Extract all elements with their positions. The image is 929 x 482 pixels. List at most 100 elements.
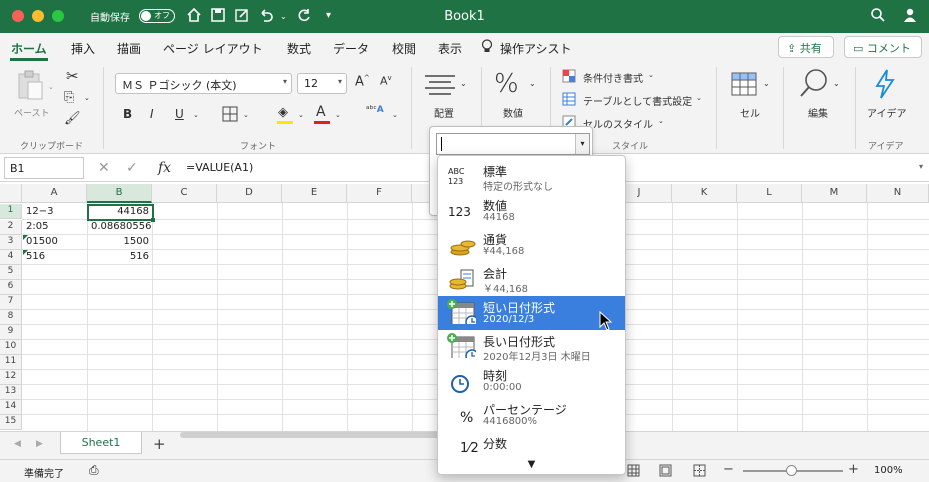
decrease-font-size-icon[interactable]: Av [380,74,392,88]
row-header[interactable]: 9 [0,325,22,340]
column-header[interactable]: C [152,184,217,203]
conditional-formatting-icon[interactable] [562,69,576,83]
number-format-select[interactable]: ▾ [436,133,590,155]
close-window-button[interactable] [12,10,24,22]
find-magnifier-icon[interactable] [798,67,830,99]
cancel-icon[interactable]: ✕ [98,160,110,176]
cut-icon[interactable]: ✂ [66,67,79,85]
copy-icon[interactable]: ⎘ [64,90,74,105]
align-icon[interactable] [423,73,457,97]
redo-icon[interactable] [296,7,312,23]
column-header[interactable]: A [22,184,87,203]
insert-function-icon[interactable]: fx [158,160,171,176]
customize-toolbar-icon[interactable]: ▾ [326,10,331,21]
macro-record-icon[interactable]: ⎙ [89,463,99,478]
account-icon[interactable] [902,7,918,23]
number-menu-chevron-icon[interactable]: ⌄ [529,79,536,88]
align-menu-chevron-icon[interactable]: ⌄ [460,79,467,88]
tab-home[interactable]: ホーム [11,40,47,57]
tab-review[interactable]: 校閲 [392,40,416,57]
horizontal-scrollbar[interactable] [180,432,440,438]
row-header[interactable]: 14 [0,400,22,415]
phonetic-menu-chevron-icon[interactable]: ⌄ [392,111,398,119]
page-layout-view-icon[interactable] [659,464,672,477]
number-format-icon[interactable]: % [494,69,519,99]
zoom-level[interactable]: 100% [874,465,903,476]
share-button[interactable]: ⇪ 共有 [778,36,834,58]
format-painter-icon[interactable]: 🖌 [64,111,81,126]
edit-document-icon[interactable] [234,7,250,23]
undo-icon[interactable] [258,7,274,23]
row-header[interactable]: 5 [0,265,22,280]
select-all-corner[interactable] [0,184,22,203]
ideas-lightning-icon[interactable] [873,69,897,99]
cells-icon[interactable] [730,69,758,97]
fill-color-icon[interactable]: ◈ [278,105,288,120]
cell-styles-chevron-icon[interactable]: ⌄ [658,117,664,125]
zoom-window-button[interactable] [52,10,64,22]
underline-button[interactable]: U [175,107,184,121]
copy-menu-chevron-icon[interactable]: ⌄ [84,94,90,102]
row-header[interactable]: 10 [0,340,22,355]
edit-menu-chevron-icon[interactable]: ⌄ [833,79,840,88]
row-header[interactable]: 13 [0,385,22,400]
format-as-table-icon[interactable] [562,92,576,106]
cell-a3[interactable]: 01500 [23,235,87,250]
format-as-table-label[interactable]: テーブルとして書式設定 [583,93,692,108]
menu-item-accounting[interactable]: 会計 ￥44,168 [438,262,625,296]
home-icon[interactable] [186,7,202,23]
paste-menu-chevron-icon[interactable]: ⌄ [48,83,54,91]
row-header[interactable]: 7 [0,295,22,310]
previous-sheet-icon[interactable]: ◀ [14,439,21,449]
row-header[interactable]: 8 [0,310,22,325]
underline-menu-chevron-icon[interactable]: ⌄ [193,111,199,119]
column-header[interactable]: L [737,184,802,203]
row-header[interactable]: 6 [0,280,22,295]
zoom-slider-knob[interactable] [786,465,797,476]
zoom-in-icon[interactable]: + [848,462,859,477]
formula-input[interactable]: =VALUE(A1) [186,161,253,174]
phonetic-guide-icon[interactable]: ᵃᵇᶜA [366,105,384,115]
cell-a2[interactable]: 2:05 [23,220,87,235]
cell-b4[interactable]: 516 [88,250,152,265]
column-header[interactable]: B [87,184,152,203]
row-header[interactable]: 2 [0,220,22,235]
tab-page-layout[interactable]: ページ レイアウト [163,40,263,57]
column-header[interactable]: D [217,184,282,203]
undo-menu-chevron-icon[interactable]: ⌄ [280,12,287,21]
menu-item-fraction[interactable]: 1⁄2 分数 [438,432,625,458]
font-name-select[interactable]: ＭＳ Ｐゴシック (本文) ▾ [115,73,292,94]
row-header[interactable]: 15 [0,415,22,430]
next-sheet-icon[interactable]: ▶ [36,439,43,449]
menu-item-short-date[interactable]: 短い日付形式 2020/12/3 [438,296,625,331]
normal-view-icon[interactable] [627,464,640,477]
row-header[interactable]: 3 [0,235,22,250]
cell-b3[interactable]: 1500 [88,235,152,250]
format-as-table-chevron-icon[interactable]: ⌄ [696,94,702,102]
tab-formulas[interactable]: 数式 [287,40,311,57]
borders-icon[interactable] [222,106,238,122]
menu-item-time[interactable]: 時刻 0:00:00 [438,364,625,398]
row-header[interactable]: 12 [0,370,22,385]
cells-menu-chevron-icon[interactable]: ⌄ [763,79,770,88]
tab-tell-me[interactable]: 操作アシスト [500,40,572,57]
menu-item-number[interactable]: 123 数値 44168 [438,194,625,228]
row-header[interactable]: 4 [0,250,22,265]
confirm-icon[interactable]: ✓ [126,160,138,176]
zoom-out-icon[interactable]: − [723,462,734,477]
column-header[interactable]: E [282,184,347,203]
font-color-menu-chevron-icon[interactable]: ⌄ [335,111,341,119]
more-formats-arrow-icon[interactable]: ▼ [438,459,625,470]
autosave-toggle[interactable]: オフ [139,9,175,23]
name-box[interactable]: B1 [4,157,84,179]
menu-item-long-date[interactable]: 長い日付形式 2020年12月3日 木曜日 [438,330,625,364]
fill-color-menu-chevron-icon[interactable]: ⌄ [298,111,304,119]
save-icon[interactable] [210,7,226,23]
column-header[interactable]: M [802,184,867,203]
column-header[interactable]: K [672,184,737,203]
chevron-down-icon[interactable]: ▾ [575,134,589,154]
row-header[interactable]: 1 [0,204,22,219]
column-header[interactable]: N [867,184,929,203]
cell-a1[interactable]: 12−3 [23,205,87,220]
increase-font-size-icon[interactable]: A^ [355,74,370,89]
